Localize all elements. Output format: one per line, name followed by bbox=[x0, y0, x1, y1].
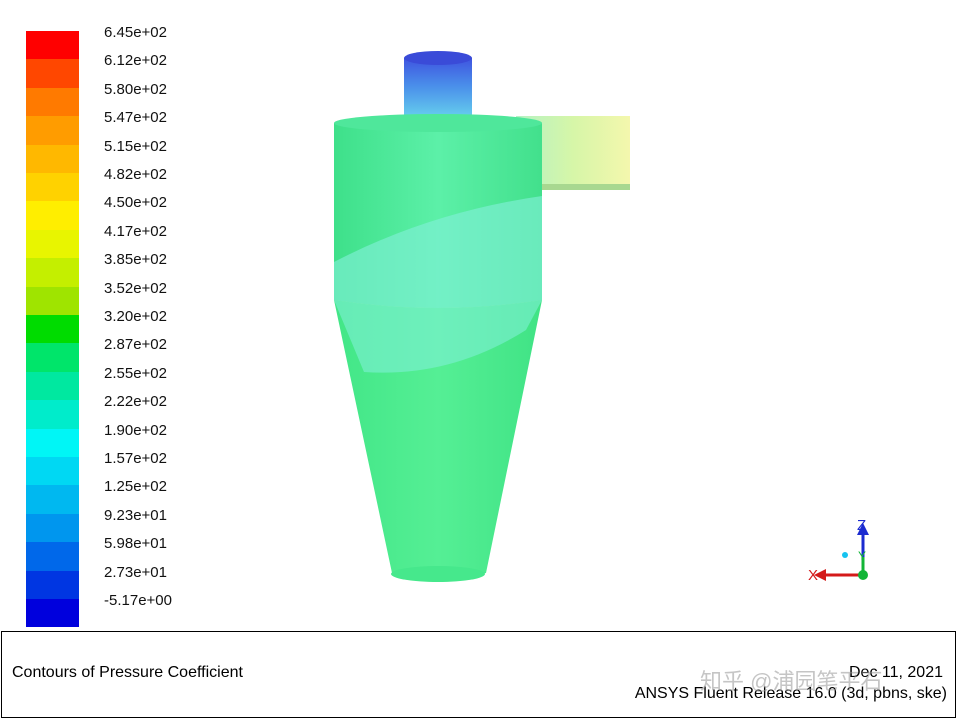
cone-body bbox=[334, 300, 542, 582]
plot-title: Contours of Pressure Coefficient bbox=[12, 664, 243, 681]
cylinder-body bbox=[334, 114, 542, 308]
plot-info-bar: Contours of Pressure Coefficient Dec 11,… bbox=[1, 631, 956, 718]
outlet-pipe bbox=[404, 51, 472, 120]
axis-z-label: Z bbox=[857, 517, 867, 534]
software-release: ANSYS Fluent Release 16.0 (3d, pbns, ske… bbox=[634, 685, 947, 702]
axis-triad: Z Y X bbox=[800, 515, 880, 590]
axis-x-label: X bbox=[808, 567, 819, 584]
plot-date: Dec 11, 2021 bbox=[849, 664, 943, 681]
axis-y-label: Y bbox=[858, 549, 867, 563]
graphics-viewport[interactable]: Z Y X bbox=[0, 0, 960, 630]
